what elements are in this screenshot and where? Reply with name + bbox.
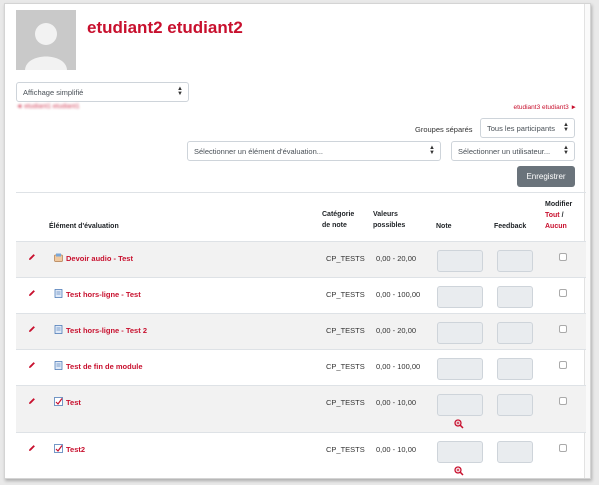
override-checkbox[interactable] [559,325,567,333]
range-cell: 0,00 - 20,00 [376,326,417,335]
grade-input[interactable] [437,250,483,272]
category-cell: CP_TESTS [326,398,365,407]
view-mode-select[interactable]: Affichage simplifié ▲ ▼ [16,82,189,102]
category-cell: CP_TESTS [326,290,365,299]
range-cell: 0,00 - 100,00 [376,362,421,371]
override-checkbox[interactable] [559,361,567,369]
category-cell: CP_TESTS [326,362,365,371]
previous-user-link[interactable]: ◄ etudiant1 etudiant1 [16,103,80,110]
edit-pencil-icon[interactable] [28,361,36,371]
select-all-link[interactable]: Tout [545,212,560,219]
header-override-label: Modifier [545,201,573,208]
category-cell: CP_TESTS [326,326,365,335]
select-arrows-icon: ▲ ▼ [563,122,569,133]
next-user-link[interactable]: etudiant3 etudiant3 ► [513,104,577,111]
grade-input[interactable] [437,441,483,463]
grade-item-link[interactable]: Test2 [66,445,85,454]
assignment-icon [54,253,63,262]
save-button[interactable]: Enregistrer [517,166,575,187]
grade-item-link[interactable]: Test de fin de module [66,362,143,371]
grade-input[interactable] [437,358,483,380]
header-category-line2: de note [322,222,347,229]
groups-value: Tous les participants [487,124,555,133]
feedback-input[interactable] [497,322,533,344]
grade-item-select[interactable]: Sélectionner un élément d'évaluation... … [187,141,441,161]
user-select[interactable]: Sélectionner un utilisateur... ▲ ▼ [451,141,575,161]
grade-input[interactable] [437,322,483,344]
header-override: Modifier Tout / Aucun [545,199,572,232]
table-row: Devoir audio - Test CP_TESTS 0,00 - 20,00 [16,241,586,277]
edit-pencil-icon[interactable] [28,325,36,335]
quiz-icon [54,444,63,453]
grader-window: etudiant2 etudiant2 Affichage simplifié … [4,3,591,479]
user-select-value: Sélectionner un utilisateur... [458,147,551,156]
grade-item-link[interactable]: Devoir audio - Test [66,254,133,263]
range-cell: 0,00 - 10,00 [376,445,417,454]
range-cell: 0,00 - 10,00 [376,398,417,407]
zoom-in-icon[interactable] [454,466,464,478]
table-row: Test de fin de module CP_TESTS 0,00 - 100,… [16,349,586,385]
range-cell: 0,00 - 100,00 [376,290,421,299]
select-none-link[interactable]: Aucun [545,223,567,230]
select-arrows-icon: ▲ ▼ [177,86,183,97]
table-row: Test hors-ligne - Test CP_TESTS 0,00 - 100… [16,277,586,313]
header-grade: Note [436,223,452,230]
groups-select[interactable]: Tous les participants ▲ ▼ [480,118,575,138]
offline-test-icon [54,289,63,298]
grade-item-link[interactable]: Test hors-ligne - Test 2 [66,326,147,335]
header-range: Valeurs possibles [373,209,405,231]
grade-input[interactable] [437,286,483,308]
grade-table: Devoir audio - Test CP_TESTS 0,00 - 20,00 T… [16,241,586,477]
avatar [16,10,76,70]
header-feedback: Feedback [494,223,527,230]
header-category: Catégorie de note [322,209,354,231]
header-item: Élément d'évaluation [49,223,119,230]
feedback-input[interactable] [497,394,533,416]
category-cell: CP_TESTS [326,445,365,454]
select-arrows-icon: ▲ ▼ [563,145,569,156]
divider [16,192,586,193]
groups-label: Groupes séparés [415,125,473,134]
table-row: Test2 CP_TESTS 0,00 - 10,00 [16,432,586,477]
offline-test-icon [54,361,63,370]
grade-input[interactable] [437,394,483,416]
edit-pencil-icon[interactable] [28,444,36,454]
feedback-input[interactable] [497,286,533,308]
feedback-input[interactable] [497,358,533,380]
category-cell: CP_TESTS [326,254,365,263]
override-checkbox[interactable] [559,253,567,261]
override-checkbox[interactable] [559,444,567,452]
edit-pencil-icon[interactable] [28,289,36,299]
feedback-input[interactable] [497,250,533,272]
table-row: Test CP_TESTS 0,00 - 10,00 [16,385,586,432]
edit-pencil-icon[interactable] [28,397,36,407]
zoom-in-icon[interactable] [454,419,464,431]
grade-item-link[interactable]: Test [66,398,81,407]
override-checkbox[interactable] [559,289,567,297]
quiz-icon [54,397,63,406]
separator: / [561,212,564,219]
view-mode-value: Affichage simplifié [23,88,84,97]
header-category-line1: Catégorie [322,211,355,218]
range-cell: 0,00 - 20,00 [376,254,417,263]
edit-pencil-icon[interactable] [28,253,36,263]
table-row: Test hors-ligne - Test 2 CP_TESTS 0,00 - 2… [16,313,586,349]
offline-test-icon [54,325,63,334]
feedback-input[interactable] [497,441,533,463]
header-range-line2: possibles [373,222,406,229]
select-arrows-icon: ▲ ▼ [429,145,435,156]
grade-item-link[interactable]: Test hors-ligne - Test [66,290,141,299]
override-checkbox[interactable] [559,397,567,405]
grade-item-value: Sélectionner un élément d'évaluation... [194,147,324,156]
user-name: etudiant2 etudiant2 [87,18,243,37]
header-range-line1: Valeurs [373,211,398,218]
